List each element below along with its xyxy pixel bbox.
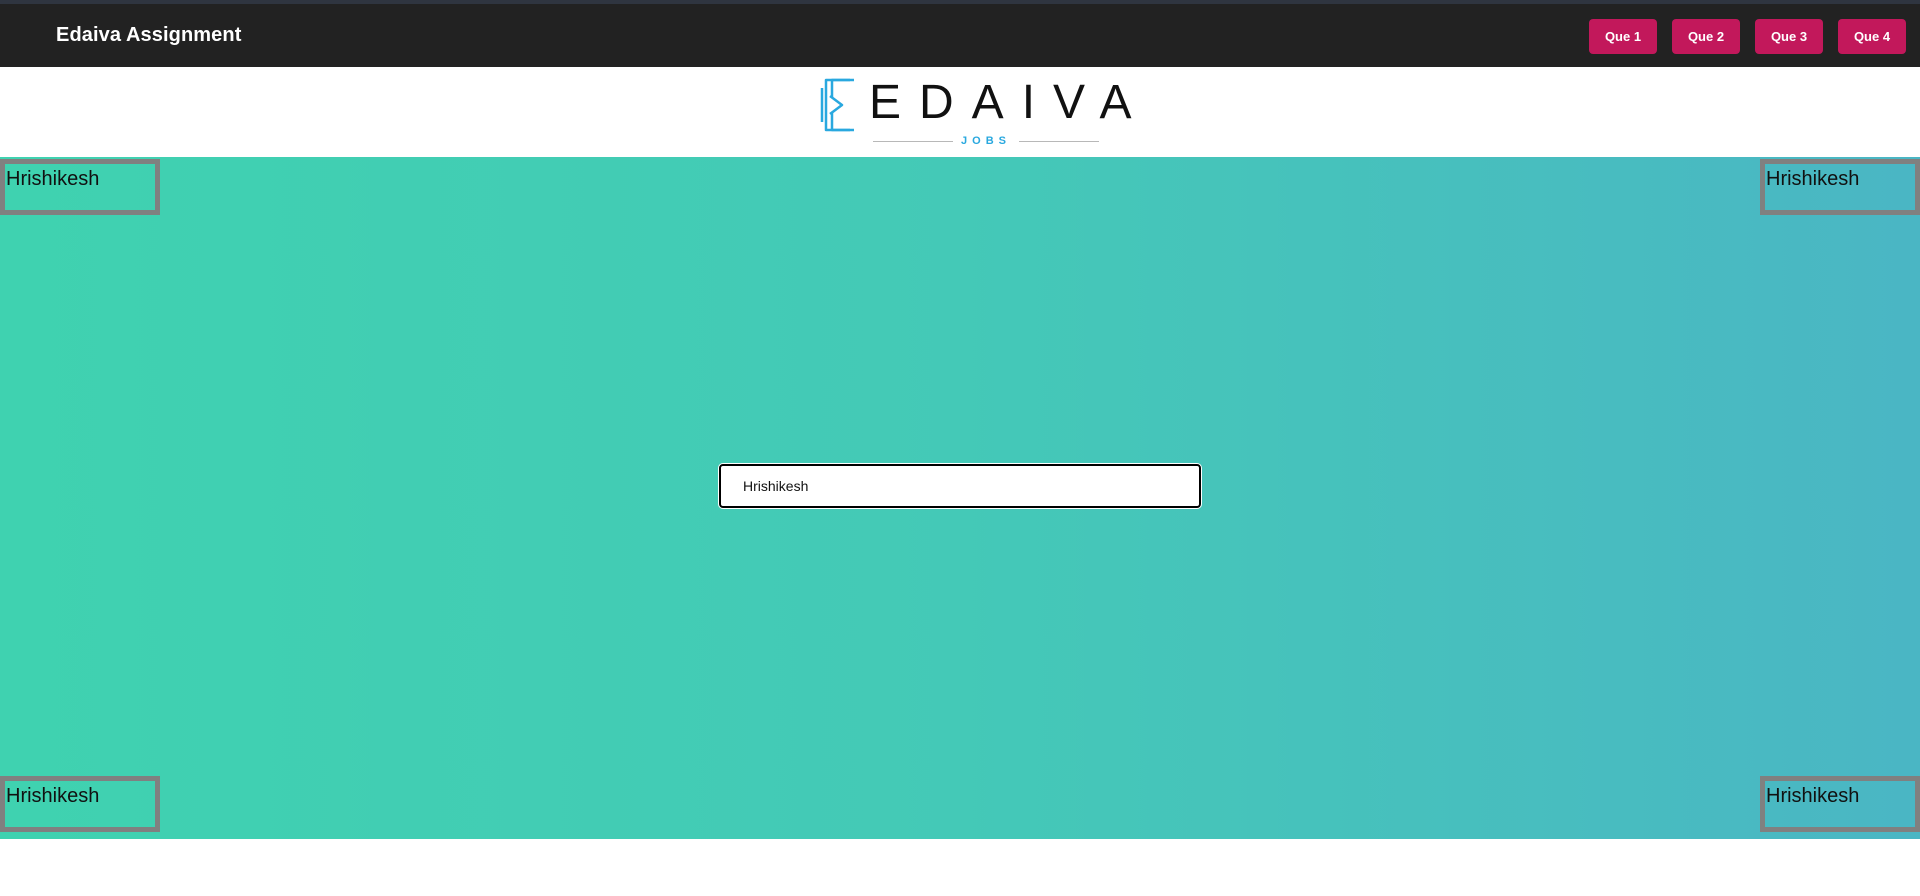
edaiva-jobs-logo: EDAIVA JOBS [819, 74, 1132, 148]
logo-wordmark: EDAIVA [869, 76, 1150, 129]
logo-band: EDAIVA JOBS [0, 67, 1920, 157]
corner-box-top-right: Hrishikesh [1760, 159, 1920, 215]
que-1-button[interactable]: Que 1 [1589, 19, 1657, 54]
gradient-area: Hrishikesh Hrishikesh Hrishikesh Hrishik… [0, 157, 1920, 839]
que-2-button[interactable]: Que 2 [1672, 19, 1740, 54]
navbar-brand[interactable]: Edaiva Assignment [56, 4, 241, 67]
que-4-button[interactable]: Que 4 [1838, 19, 1906, 54]
navbar: Edaiva Assignment Que 1 Que 2 Que 3 Que … [0, 4, 1920, 67]
logo-subline: JOBS [873, 134, 1099, 148]
logo-divider-right [1019, 141, 1099, 142]
que-3-button[interactable]: Que 3 [1755, 19, 1823, 54]
edaiva-logo-mark-icon [820, 78, 854, 132]
corner-box-bottom-right: Hrishikesh [1760, 776, 1920, 832]
corner-box-top-left: Hrishikesh [0, 159, 160, 215]
text-input[interactable] [719, 464, 1201, 508]
question-nav: Que 1 Que 2 Que 3 Que 4 [1589, 19, 1906, 54]
corner-box-bottom-left: Hrishikesh [0, 776, 160, 832]
